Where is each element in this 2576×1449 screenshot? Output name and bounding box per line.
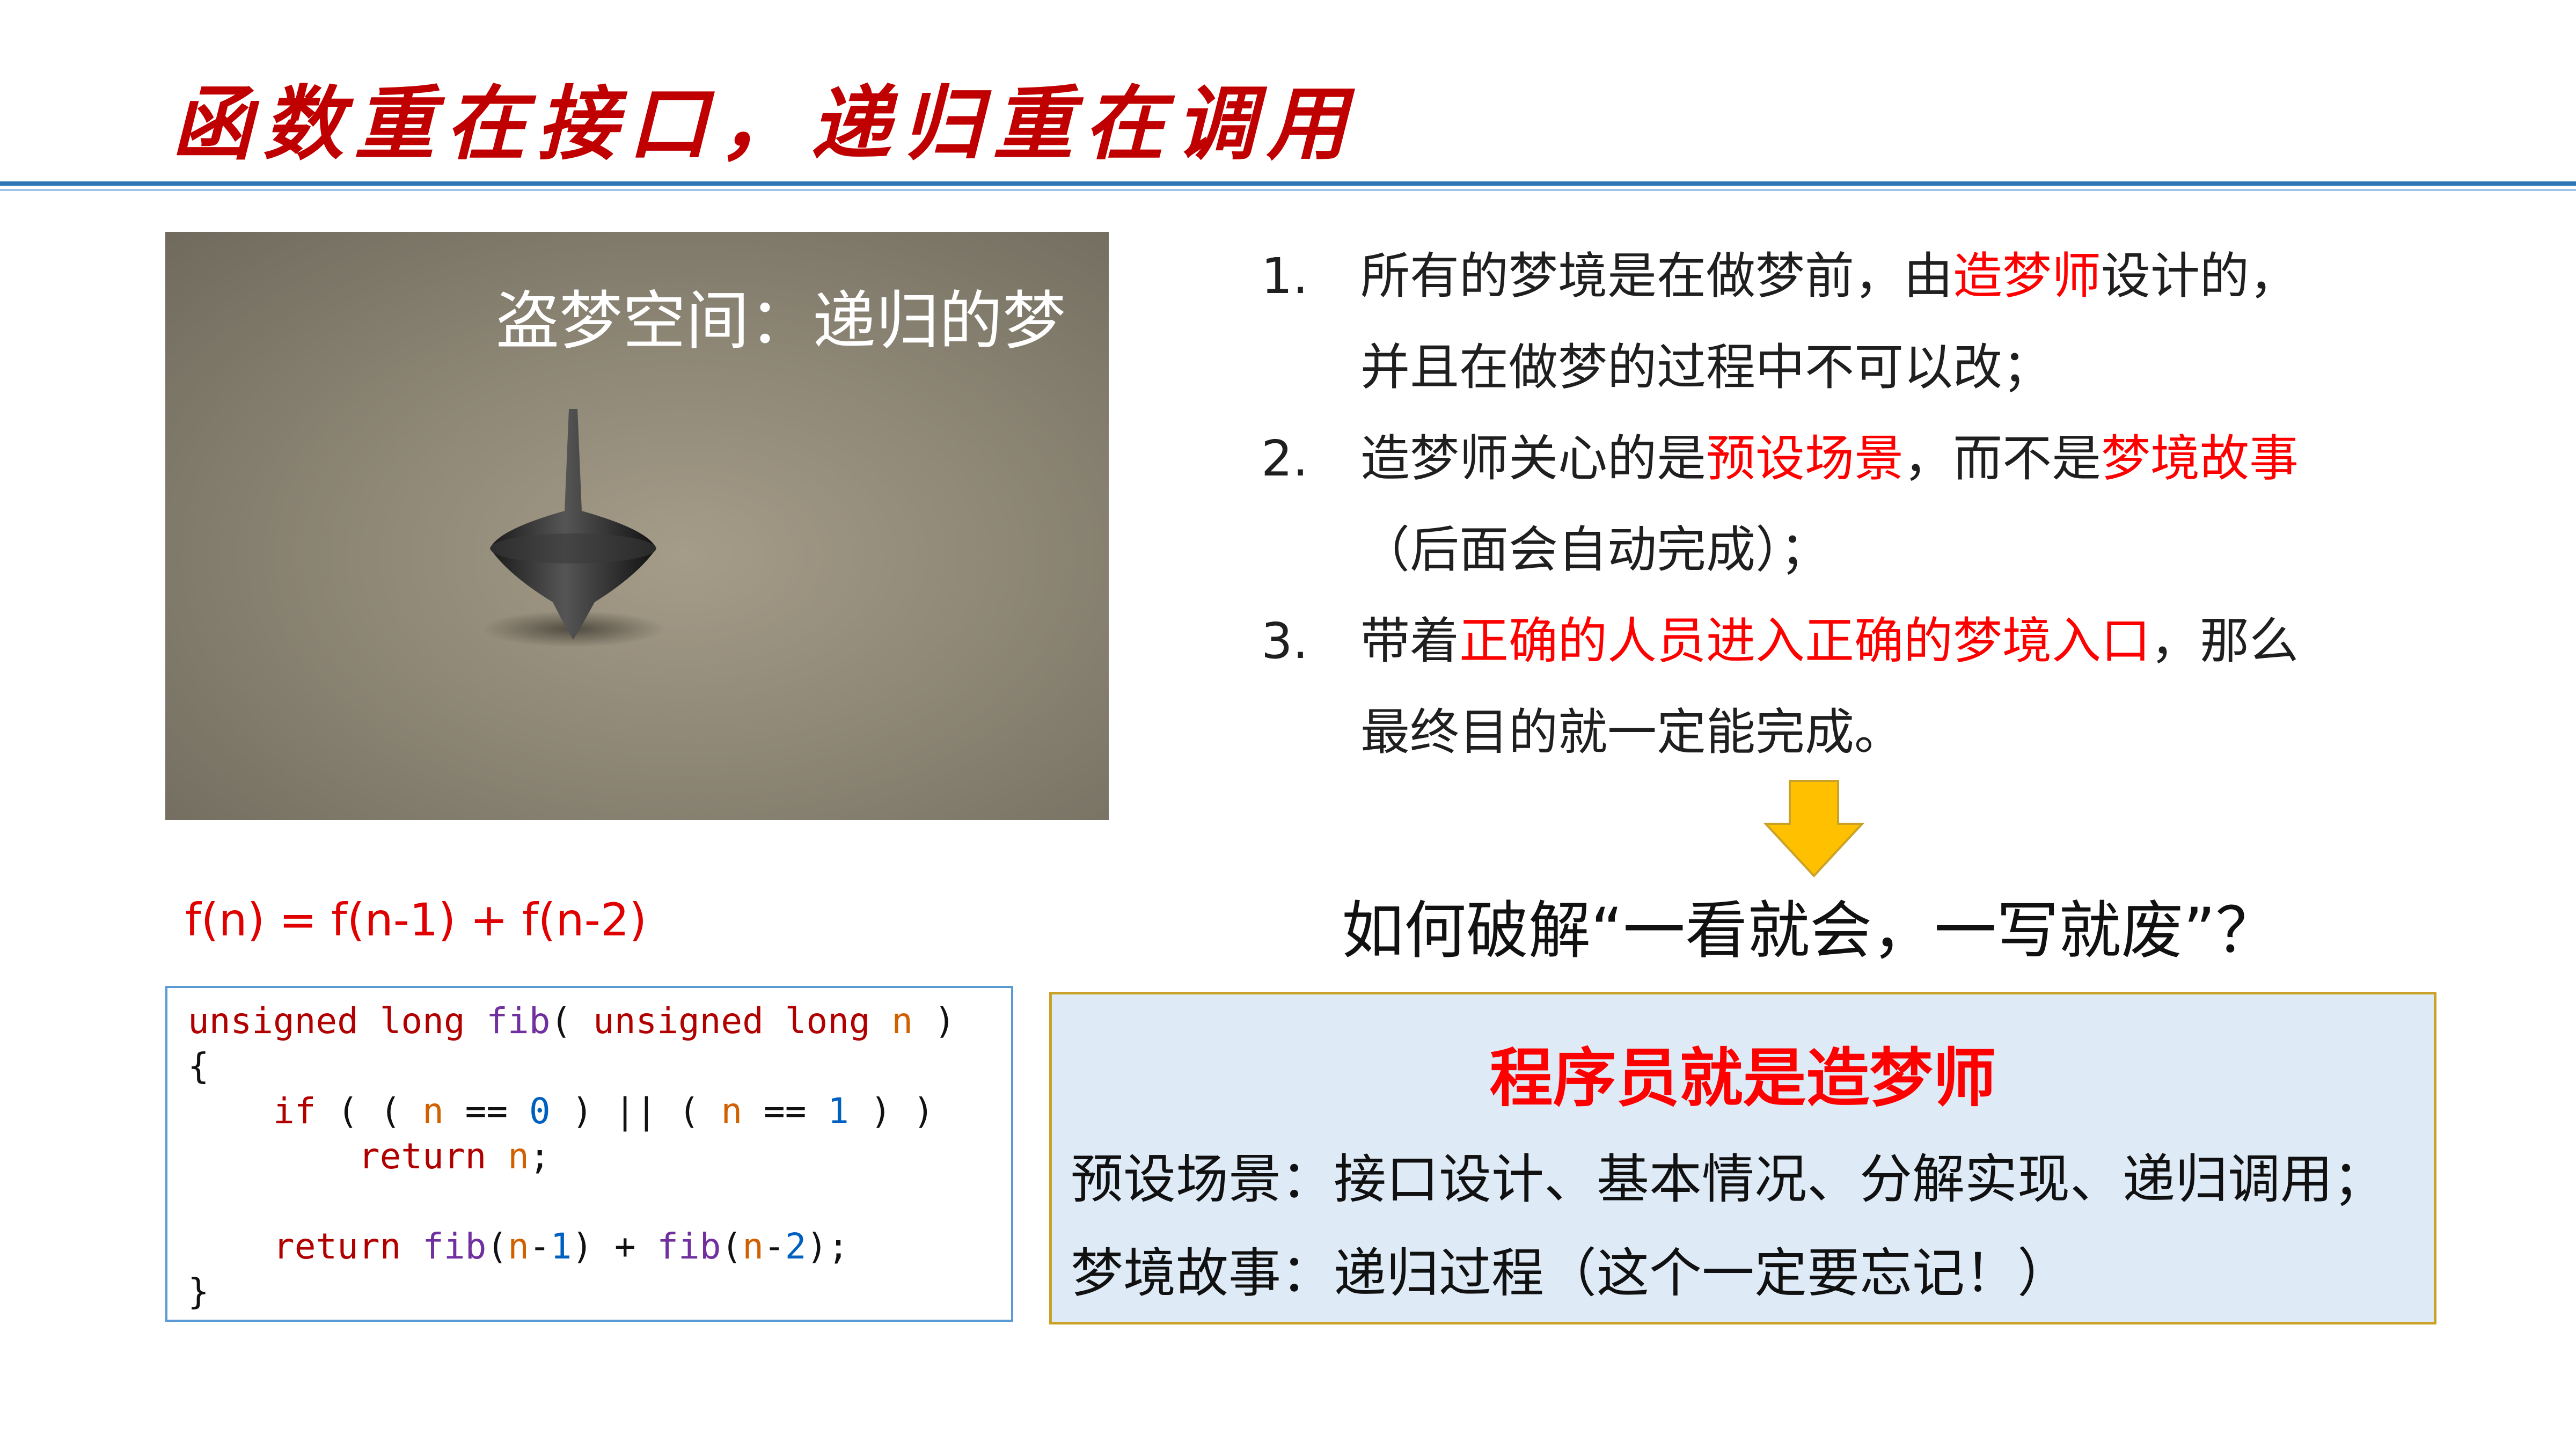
text-segment: ，而不是 — [1904, 430, 2102, 487]
list-line-continuation: 并且在做梦的过程中不可以改； — [1360, 322, 2052, 413]
code-token: - — [529, 1226, 551, 1267]
text-segment: 所有的梦境是在做梦前，由 — [1360, 247, 1953, 305]
code-token: n — [721, 1091, 743, 1132]
code-token: n — [422, 1091, 444, 1132]
code-token: 1 — [550, 1226, 572, 1267]
fib-formula: f(n) = f(n-1) + f(n-2) — [185, 894, 647, 946]
code-token: ( — [486, 1226, 508, 1267]
highlight-text: 预设场景 — [1706, 430, 1904, 487]
code-token: 1 — [828, 1091, 849, 1132]
title-divider-thin — [0, 189, 2576, 191]
list-number: 3. — [1261, 612, 1308, 670]
arrow-down-icon — [1763, 780, 1865, 877]
list-item: 1. 所有的梦境是在做梦前，由造梦师设计的， 并且在做梦的过程中不可以改； — [1261, 231, 2522, 413]
code-token: 0 — [529, 1091, 551, 1132]
list-line-continuation: 最终目的就一定能完成。 — [1360, 687, 1904, 778]
dream-box-title: 程序员就是造梦师 — [1489, 1041, 1996, 1115]
code-token: ) + — [572, 1226, 657, 1267]
code-token: ; — [529, 1136, 551, 1177]
text-segment: 最终目的就一定能完成。 — [1360, 704, 1904, 761]
code-token: ) || ( — [550, 1091, 721, 1132]
text-segment: ，那么 — [2150, 612, 2299, 670]
code-token: ( — [721, 1226, 743, 1267]
list-number: 2. — [1261, 430, 1308, 487]
slide-title: 函数重在接口，递归重在调用 — [172, 77, 1358, 171]
code-token: n — [891, 1000, 913, 1042]
code-token: - — [764, 1226, 785, 1267]
code-block: unsigned long fib( unsigned long n ) { i… — [165, 986, 1013, 1322]
code-token: == — [443, 1091, 529, 1132]
code-token: return — [358, 1136, 487, 1177]
point-list: 1. 所有的梦境是在做梦前，由造梦师设计的， 并且在做梦的过程中不可以改； 2.… — [1261, 231, 2522, 778]
code-line: unsigned long fib( unsigned long n ) — [188, 1000, 956, 1042]
code-token: fib — [422, 1226, 487, 1267]
code-token: ) ) — [848, 1091, 934, 1132]
list-number: 1. — [1261, 247, 1308, 305]
code-token: ); — [806, 1226, 849, 1267]
code-token: { — [188, 1045, 209, 1087]
code-text: unsigned long fib( unsigned long n ) { i… — [188, 999, 956, 1314]
question-text: 如何破解“一看就会，一写就废”？ — [1342, 895, 2278, 967]
code-token: fib — [486, 1000, 551, 1042]
list-line: 所有的梦境是在做梦前，由造梦师设计的， — [1360, 231, 2299, 322]
title-divider — [0, 181, 2576, 186]
text-segment: 带着 — [1360, 612, 1460, 670]
list-line: 带着正确的人员进入正确的梦境入口，那么 — [1360, 596, 2299, 687]
photo-caption: 盗梦空间：递归的梦 — [495, 284, 1066, 358]
code-token: unsigned long — [593, 1000, 892, 1042]
highlight-text: 梦境故事 — [2101, 430, 2299, 487]
list-item: 3. 带着正确的人员进入正确的梦境入口，那么 最终目的就一定能完成。 — [1261, 596, 2522, 778]
list-line: 造梦师关心的是预设场景，而不是梦境故事 — [1360, 413, 2299, 504]
code-token: unsigned long — [188, 1000, 487, 1042]
highlight-text: 造梦师 — [1953, 247, 2102, 305]
text-segment: 设计的， — [2101, 247, 2299, 305]
code-line: if ( ( n == 0 ) || ( n == 1 ) ) — [188, 1091, 934, 1132]
code-token: n — [508, 1226, 529, 1267]
code-line: { — [188, 1045, 209, 1087]
highlight-text: 正确的人员进入正确的梦境入口 — [1459, 612, 2151, 670]
dream-box: 程序员就是造梦师 预设场景：接口设计、基本情况、分解实现、递归调用； 梦境故事：… — [1049, 992, 2436, 1324]
code-line: return fib(n-1) + fib(n-2); — [188, 1226, 849, 1267]
code-token: ( ( — [316, 1091, 423, 1132]
list-item: 2. 造梦师关心的是预设场景，而不是梦境故事 （后面会自动完成）； — [1261, 413, 2522, 596]
code-token: ) — [913, 1000, 956, 1042]
inception-photo: 盗梦空间：递归的梦 — [165, 232, 1109, 820]
code-token: n — [742, 1226, 764, 1267]
code-token: if — [273, 1091, 316, 1132]
code-token: } — [188, 1271, 209, 1312]
code-line: return n; — [188, 1136, 551, 1177]
code-token: n — [508, 1136, 529, 1177]
code-line: } — [188, 1271, 209, 1312]
text-segment: 并且在做梦的过程中不可以改； — [1360, 339, 2052, 396]
code-token: ( — [550, 1000, 593, 1042]
code-token: fib — [657, 1226, 721, 1267]
code-token: return — [273, 1226, 401, 1267]
code-token: == — [742, 1091, 828, 1132]
list-line-continuation: （后面会自动完成）； — [1360, 504, 1829, 596]
text-segment: 造梦师关心的是 — [1360, 430, 1707, 487]
text-segment: （后面会自动完成）； — [1360, 521, 1830, 579]
dream-box-line: 预设场景：接口设计、基本情况、分解实现、递归调用； — [1071, 1149, 2386, 1210]
dream-box-line: 梦境故事：递归过程（这个一定要忘记！） — [1071, 1243, 2070, 1304]
code-token: 2 — [785, 1226, 807, 1267]
